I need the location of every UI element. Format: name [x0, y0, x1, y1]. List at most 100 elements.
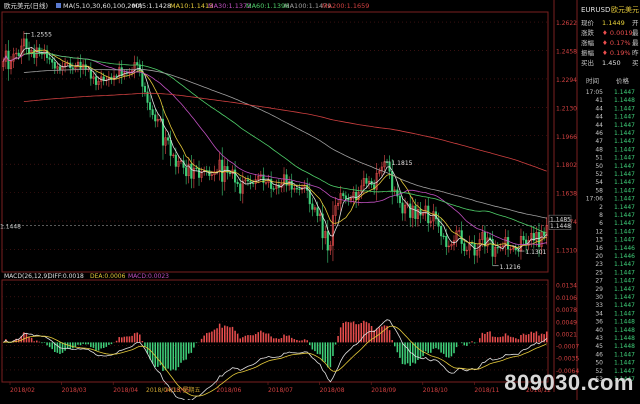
tick-time: 47 [595, 138, 603, 145]
tick-time: 44 [595, 114, 603, 121]
tick-time: 2 [599, 204, 603, 211]
price-tick-label: 1.1638 [556, 191, 577, 198]
tick-time: 20 [595, 253, 603, 260]
candle-body [347, 198, 350, 201]
ticks-time-header: 时间 [586, 76, 599, 85]
candle-body [138, 64, 141, 72]
candle-body [522, 236, 525, 241]
tick-price: 1.1448 [614, 97, 635, 104]
tick-time: 36 [595, 319, 603, 326]
price-tick-label: 1.2458 [556, 48, 577, 55]
tick-time: 46 [595, 130, 603, 137]
candle-body [236, 181, 239, 185]
candle-body [507, 237, 510, 250]
ticks-price-header: 价格 [616, 76, 630, 85]
tick-price: 1.1447 [614, 105, 635, 112]
tick-time: 17:06 [586, 196, 603, 203]
macd-tick-label: 0.0078 [556, 307, 577, 314]
candle-body [71, 67, 74, 69]
macd-label: MACD(26,12,9) [4, 273, 50, 280]
candle-body [463, 243, 466, 251]
candle-body [151, 109, 154, 116]
candle-body [84, 64, 87, 70]
ma-value-label: MA10:1.1413 [170, 2, 213, 10]
price-chart[interactable]: 1.2622 1.2458 1.2294 1.2130 1.1966 1.1802 1.16… [0, 0, 640, 402]
tick-price: 1.1447 [614, 269, 635, 276]
tick-time: 27 [595, 278, 603, 285]
last-price-tag: 1.1448 [550, 223, 571, 230]
tick-price: 1.1447 [614, 146, 635, 153]
candle-body [445, 236, 448, 247]
x-tick-label: 2018/04 [113, 387, 138, 394]
ma-legend-icon [56, 3, 61, 8]
quote-row-value: 1.450 [602, 59, 621, 67]
tick-time: 46 [595, 351, 603, 358]
tick-time: 41 [595, 97, 603, 104]
chart-title: 欧元美元(日线) [4, 1, 48, 10]
candle-body [79, 61, 82, 70]
macd-tick-label: -0.0007 [556, 343, 579, 350]
macd-tick-label: 0.0106 [556, 295, 577, 302]
ma-line-ma5 [2, 46, 548, 251]
tick-price: 1.1447 [614, 155, 635, 162]
candle-body [342, 193, 345, 196]
candle-body [246, 179, 250, 182]
macd-tick-label: -0.0035 [556, 355, 579, 362]
x-tick-label: 2018/11 [474, 387, 499, 394]
watermark: 809030.com [504, 370, 634, 395]
candle-body [365, 178, 368, 184]
candle-body [136, 62, 139, 65]
tick-price: 1.1447 [614, 212, 635, 219]
candle-body [311, 203, 314, 210]
candle-body [185, 167, 188, 177]
candle-body [143, 86, 146, 93]
candle-body [473, 242, 476, 256]
candle-body [239, 183, 242, 194]
macd-tick-label: 0.0134 [556, 283, 577, 290]
candle-body [496, 246, 499, 249]
tick-price: 1.1447 [614, 237, 635, 244]
candle-body [434, 211, 438, 220]
tick-price: 1.1447 [614, 130, 635, 137]
candle-body [51, 59, 54, 63]
candle-body [442, 235, 445, 237]
tick-time: 45 [595, 343, 603, 350]
tick-time: 23 [595, 261, 603, 268]
tick-price: 1.1447 [614, 228, 635, 235]
tick-price: 1.1447 [614, 89, 635, 96]
tick-price: 1.1447 [614, 360, 635, 367]
tick-time: 30 [595, 294, 603, 301]
x-tick-label: 2018/02 [10, 387, 35, 394]
quote-row-extra: 最 [632, 29, 639, 37]
candle-body [58, 66, 61, 71]
tick-price: 1.1447 [614, 302, 635, 309]
reference-price-label: 1.1448 [0, 224, 21, 231]
tick-price: 1.1448 [614, 319, 635, 326]
candle-body [391, 171, 394, 192]
candle-body [470, 242, 474, 245]
quote-row-label: 涨跌 [581, 28, 595, 37]
ma-line-ma100 [23, 68, 547, 219]
tick-price: 1.1447 [614, 179, 635, 186]
tick-time: 44 [595, 105, 603, 112]
sidebar-name: 欧元美元 [611, 5, 639, 14]
candle-body [427, 205, 430, 224]
tick-time: 12 [595, 228, 603, 235]
x-tick-label: 2018/07 [268, 387, 293, 394]
candle-body [440, 225, 443, 237]
tick-price: 1.1448 [614, 343, 635, 350]
tick-time: 44 [595, 122, 603, 129]
tick-price: 1.1447 [614, 122, 635, 129]
candle-body [234, 169, 237, 183]
tick-time: 17:05 [586, 89, 603, 96]
candle-body [94, 76, 98, 85]
chart-window: 1.2622 1.2458 1.2294 1.2130 1.1966 1.1802 1.16… [0, 0, 640, 402]
tick-price: 1.1447 [614, 286, 635, 293]
candle-body [401, 202, 404, 214]
macd-tick-label: 0.0021 [556, 331, 577, 338]
price-tick-label: 1.2294 [556, 77, 577, 84]
quote-row-value: 1.1449 [602, 19, 625, 27]
cursor-date-label: 2018/04/13 星期五 [146, 386, 201, 394]
candle-body [409, 203, 412, 218]
candle-body [398, 195, 401, 204]
